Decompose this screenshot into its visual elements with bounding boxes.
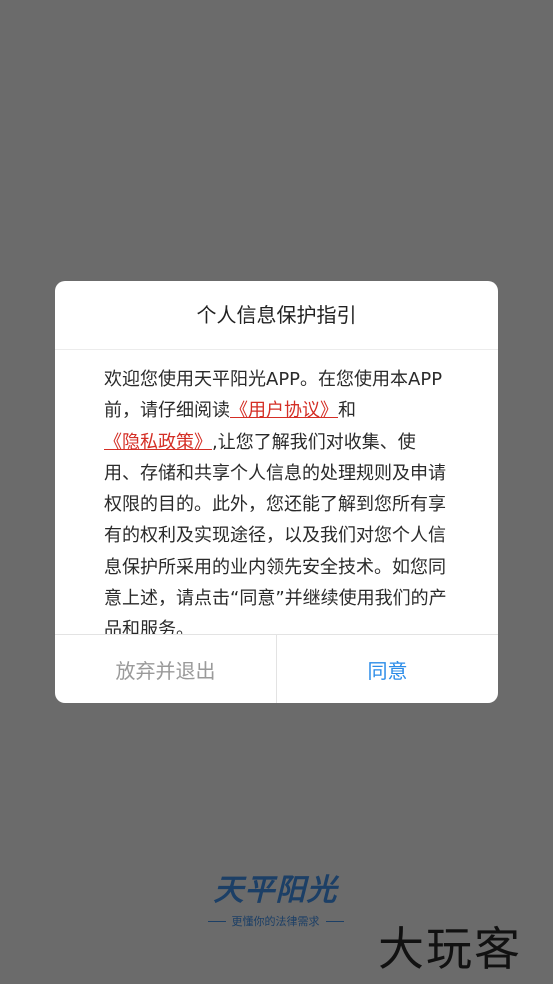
message-text-2: 和 xyxy=(338,400,356,422)
user-agreement-link[interactable]: 《用户协议》 xyxy=(230,400,338,421)
brand-logo: 天平阳光 更懂你的法律需求 xyxy=(193,873,358,929)
watermark-text: 大玩客 xyxy=(378,922,522,976)
dialog-title: 个人信息保护指引 xyxy=(55,281,498,350)
brand-slogan-row: 更懂你的法律需求 xyxy=(193,913,358,929)
dialog-message: 欢迎您使用天平阳光APP。在您使用本APP前，请仔细阅读《用户协议》和 《隐私政策… xyxy=(55,350,498,634)
privacy-dialog: 个人信息保护指引 欢迎您使用天平阳光APP。在您使用本APP前，请仔细阅读《用户… xyxy=(55,281,498,703)
agree-button[interactable]: 同意 xyxy=(277,635,498,703)
exit-button[interactable]: 放弃并退出 xyxy=(55,635,277,703)
brand-slogan: 更懂你的法律需求 xyxy=(231,915,320,928)
brand-name: 天平阳光 xyxy=(213,873,338,908)
dialog-body[interactable]: 欢迎您使用天平阳光APP。在您使用本APP前，请仔细阅读《用户协议》和 《隐私政策… xyxy=(55,350,498,634)
privacy-policy-link[interactable]: 《隐私政策》 xyxy=(104,432,212,453)
slogan-divider-right xyxy=(325,920,344,922)
message-text-3: ,让您了解我们对收集、使用、存储和共享个人信息的处理规则及申请权限的目的。此外，… xyxy=(104,431,447,634)
dialog-footer: 放弃并退出 同意 xyxy=(55,634,498,703)
slogan-divider-left xyxy=(207,920,226,922)
